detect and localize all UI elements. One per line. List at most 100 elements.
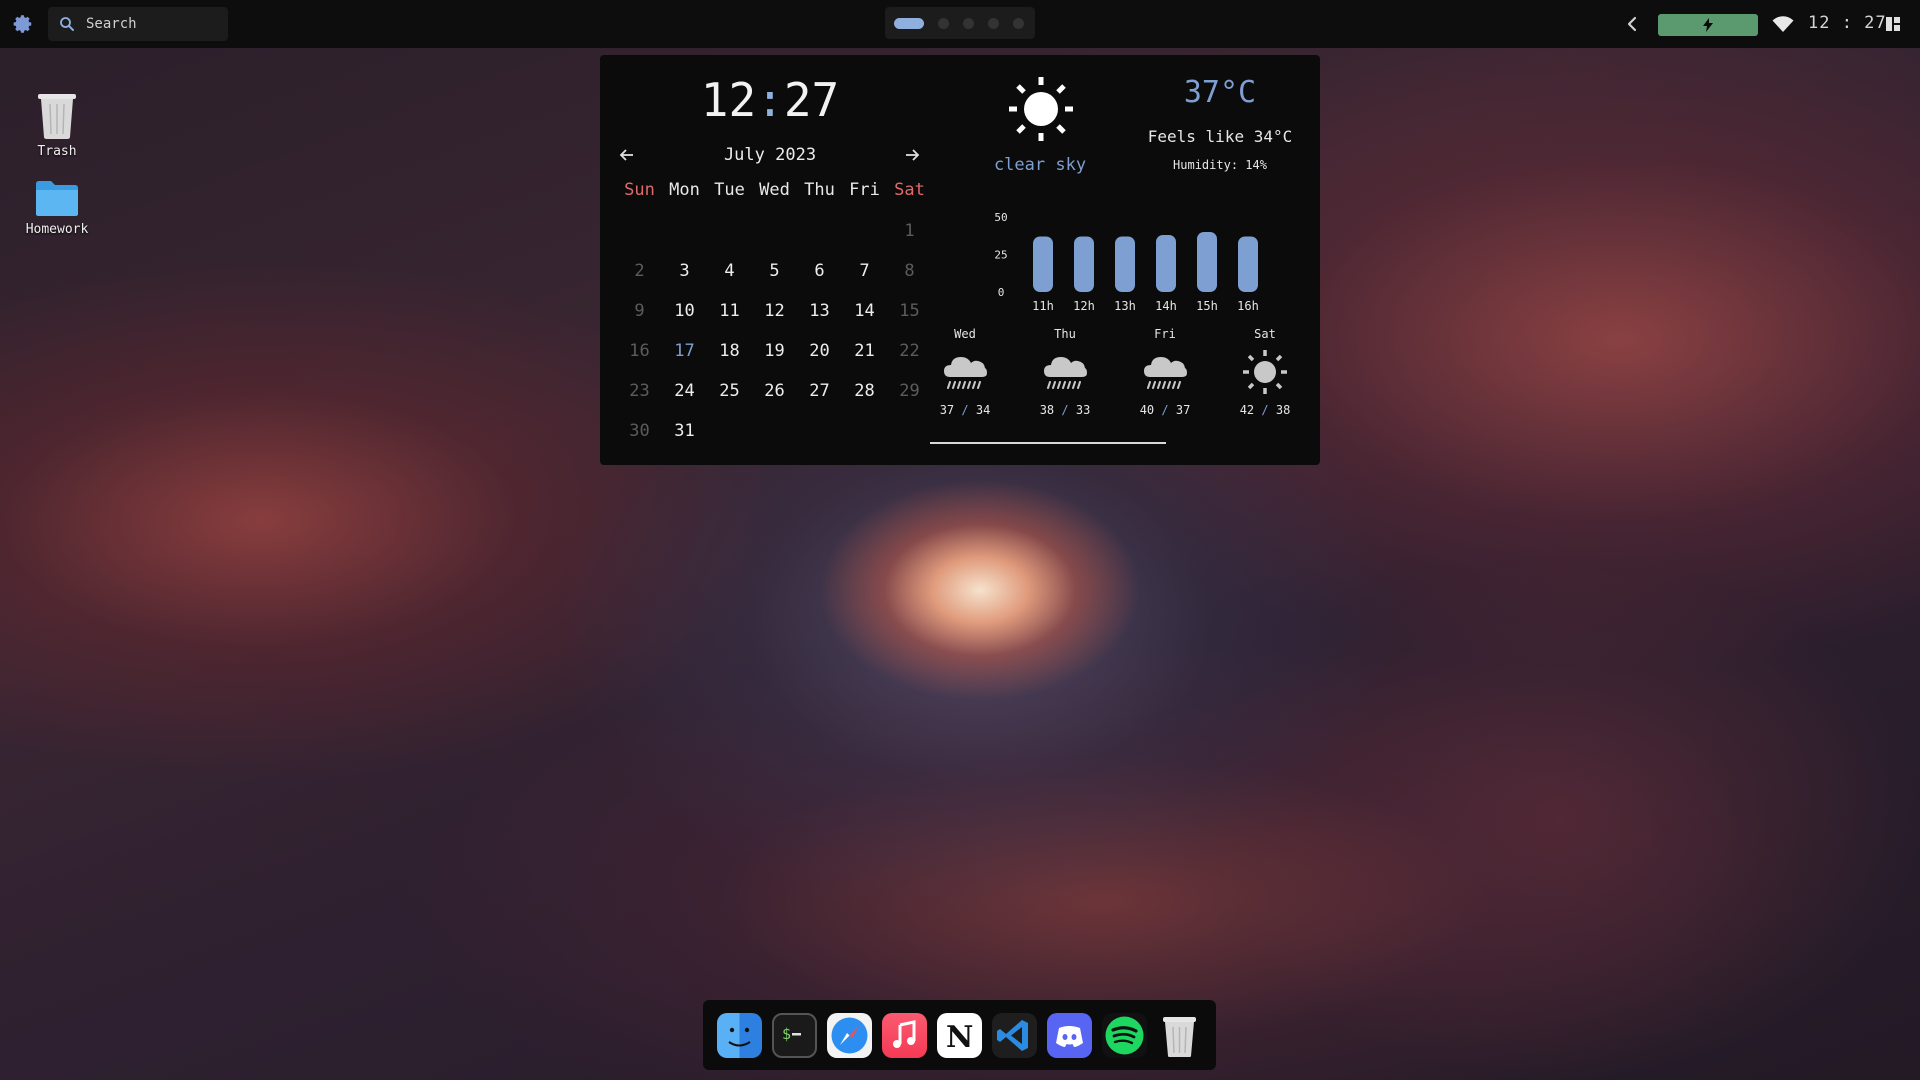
trash-icon[interactable]	[1157, 1013, 1202, 1058]
finder-icon[interactable]	[717, 1012, 762, 1058]
hour-label: 12h	[1073, 299, 1095, 313]
calendar-day[interactable]: 2	[617, 257, 662, 297]
calendar-day-empty	[752, 217, 797, 257]
forecast-day-name: Thu	[1054, 327, 1076, 341]
discord-icon[interactable]	[1047, 1012, 1092, 1058]
calendar-month-label[interactable]: July 2023	[600, 145, 940, 165]
y-tick-label: 25	[994, 249, 1007, 262]
forecast-day[interactable]: Thu 38 / 33	[1025, 327, 1105, 417]
weekday-header: Sat	[894, 180, 925, 200]
calendar-day[interactable]: 27	[797, 377, 842, 417]
rain-cloud-icon	[1144, 357, 1187, 389]
calendar-day[interactable]: 21	[842, 337, 887, 377]
forecast-day-name: Wed	[954, 327, 976, 341]
calendar-day[interactable]: 17	[662, 337, 707, 377]
forecast-separator: /	[954, 403, 976, 417]
calendar-day-empty	[797, 417, 842, 457]
svg-text:N: N	[946, 1020, 973, 1055]
clock-separator: :	[756, 73, 784, 127]
search-input[interactable]	[86, 16, 216, 32]
calendar-day[interactable]: 11	[707, 297, 752, 337]
calendar-day[interactable]: 18	[707, 337, 752, 377]
hour-label: 15h	[1196, 299, 1218, 313]
apps-grid-icon[interactable]	[1886, 17, 1900, 31]
lightning-bolt-icon	[1703, 18, 1713, 32]
safari-icon[interactable]	[827, 1012, 872, 1058]
calendar-day[interactable]: 23	[617, 377, 662, 417]
calendar-day[interactable]: 20	[797, 337, 842, 377]
workspace-indicator[interactable]	[988, 17, 999, 29]
top-bar: 12 : 27	[0, 0, 1920, 48]
temperature-bar	[1156, 235, 1176, 292]
workspace-indicator[interactable]	[1013, 17, 1024, 29]
vscode-icon[interactable]	[992, 1012, 1037, 1058]
calendar-day[interactable]: 4	[707, 257, 752, 297]
forecast-day[interactable]: Sat 42 / 38	[1225, 327, 1305, 417]
calendar-day[interactable]: 19	[752, 337, 797, 377]
forecast-low: 37	[1175, 403, 1191, 417]
calendar-weather-widget: 12:27 July 2023 Sun Mon Tue Wed Thu Fri Sat 1 2 3…	[600, 55, 1320, 465]
y-tick-label: 50	[994, 211, 1007, 224]
calendar-day-empty	[752, 417, 797, 457]
calendar-day[interactable]: 8	[887, 257, 932, 297]
forecast-day-name: Sat	[1254, 327, 1276, 341]
hour-label: 11h	[1032, 299, 1054, 313]
desktop-icon-homework[interactable]: Homework	[17, 178, 97, 237]
wifi-icon[interactable]	[1772, 15, 1794, 33]
hour-label: 14h	[1155, 299, 1177, 313]
forecast-day[interactable]: Wed 37 / 34	[925, 327, 1005, 417]
temperature-bar	[1238, 236, 1258, 292]
calendar-day[interactable]: 25	[707, 377, 752, 417]
spotify-icon[interactable]	[1102, 1012, 1147, 1058]
hourly-temperature-chart: 50 25 0 11h 12h 13h 14h 15h 16h	[994, 211, 1258, 313]
music-icon[interactable]	[882, 1012, 927, 1058]
temperature-bar	[1115, 236, 1135, 292]
workspace-indicator[interactable]	[938, 17, 949, 29]
search-bar[interactable]	[48, 7, 228, 41]
topbar-clock[interactable]: 12 : 27	[1808, 13, 1887, 33]
forecast-temp-range: 37 / 34	[925, 403, 1005, 417]
calendar-day[interactable]: 12	[752, 297, 797, 337]
forecast-separator: /	[1154, 403, 1176, 417]
forecast-separator: /	[1254, 403, 1276, 417]
calendar-day[interactable]: 16	[617, 337, 662, 377]
workspace-indicator[interactable]	[894, 17, 924, 29]
calendar-day[interactable]: 31	[662, 417, 707, 457]
sun-icon	[1243, 350, 1287, 394]
calendar-day[interactable]: 30	[617, 417, 662, 457]
calendar-day[interactable]: 7	[842, 257, 887, 297]
widget-clock: 12:27	[600, 73, 940, 127]
weekday-header: Tue	[714, 180, 745, 200]
calendar-day[interactable]: 24	[662, 377, 707, 417]
calendar-day[interactable]: 14	[842, 297, 887, 337]
calendar-day[interactable]: 28	[842, 377, 887, 417]
notion-icon[interactable]: N	[937, 1012, 982, 1058]
forecast-high: 37	[939, 403, 955, 417]
workspace-indicator[interactable]	[963, 17, 974, 29]
forecast-day[interactable]: Fri 40 / 37	[1125, 327, 1205, 417]
chevron-left-icon[interactable]	[1622, 14, 1642, 34]
terminal-icon[interactable]: $	[772, 1012, 817, 1058]
forecast-high: 38	[1039, 403, 1055, 417]
calendar-day[interactable]: 3	[662, 257, 707, 297]
calendar-day[interactable]: 6	[797, 257, 842, 297]
arrow-right-icon[interactable]	[903, 146, 921, 164]
desktop-icon-trash[interactable]: Trash	[17, 88, 97, 159]
calendar-day[interactable]: 5	[752, 257, 797, 297]
battery-indicator[interactable]	[1658, 14, 1758, 36]
clock-hours: 12	[700, 73, 757, 127]
calendar-day[interactable]: 26	[752, 377, 797, 417]
trash-icon	[38, 94, 76, 139]
desktop-icon-label: Homework	[25, 222, 89, 237]
calendar-day-empty	[662, 217, 707, 257]
calendar-day[interactable]: 13	[797, 297, 842, 337]
forecast-separator: /	[1054, 403, 1076, 417]
gear-icon[interactable]	[8, 9, 38, 39]
calendar-day[interactable]: 1	[887, 217, 932, 257]
calendar-day[interactable]: 9	[617, 297, 662, 337]
forecast-scrollbar[interactable]	[930, 442, 1166, 444]
temperature-bar	[1197, 232, 1217, 292]
calendar-day[interactable]: 10	[662, 297, 707, 337]
forecast-temp-range: 38 / 33	[1025, 403, 1105, 417]
forecast-high: 42	[1239, 403, 1255, 417]
